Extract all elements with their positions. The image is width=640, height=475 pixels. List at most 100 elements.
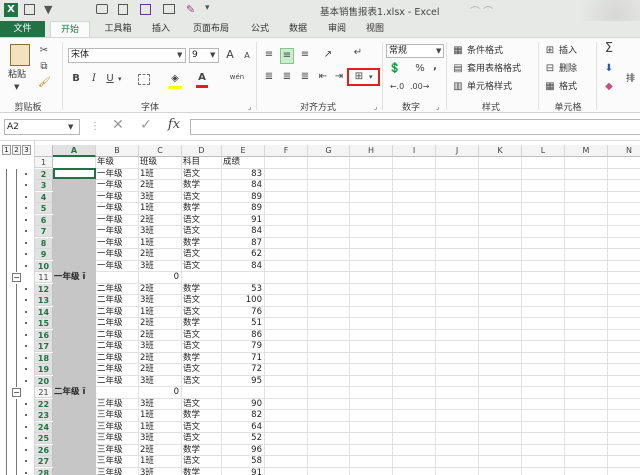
cell-e20[interactable]: 95	[222, 376, 262, 387]
cell-e26[interactable]: 96	[222, 445, 262, 456]
sort-filter-button[interactable]: 排	[626, 72, 635, 86]
cell-e24[interactable]: 64	[222, 422, 262, 433]
cell-e27[interactable]: 58	[222, 456, 262, 467]
fill-color-icon[interactable]: ◈	[168, 72, 182, 89]
cell-e1[interactable]: 成绩	[223, 157, 240, 168]
cell-e12[interactable]: 53	[222, 284, 262, 295]
cell-c15[interactable]: 2班	[140, 318, 154, 329]
outline-dot[interactable]	[25, 299, 27, 301]
decrease-indent-icon[interactable]: ⇤	[316, 70, 330, 84]
cell-b9[interactable]: 一年级	[97, 249, 123, 260]
outline-dot[interactable]	[25, 310, 27, 313]
cell-d22[interactable]: 语文	[183, 399, 200, 410]
cell-d26[interactable]: 数学	[183, 445, 200, 456]
cell-d14[interactable]: 语文	[183, 307, 200, 318]
column-header-g[interactable]: G	[308, 145, 350, 157]
outline-dot[interactable]	[25, 230, 27, 232]
cell-d23[interactable]: 数学	[183, 410, 200, 421]
outline-dot[interactable]	[25, 402, 27, 405]
name-box-dropdown-icon[interactable]: ▼	[68, 120, 73, 134]
row-header[interactable]: 2	[35, 168, 53, 180]
cell-b25[interactable]: 三年级	[97, 433, 123, 444]
cell-e15[interactable]: 51	[222, 318, 262, 329]
column-header-b[interactable]: B	[96, 145, 139, 157]
outline-dot[interactable]	[25, 345, 27, 347]
row-header[interactable]: 9	[35, 249, 53, 260]
select-all-corner[interactable]	[35, 145, 53, 157]
cell-c14[interactable]: 1班	[140, 307, 154, 318]
cell-c20[interactable]: 3班	[140, 376, 154, 387]
accounting-format-icon[interactable]: 💲	[388, 62, 402, 76]
outline-level-1-button[interactable]: 1	[2, 145, 11, 155]
tab-data[interactable]: 数据	[278, 21, 318, 37]
align-bottom-icon[interactable]: ≡	[298, 48, 312, 62]
row-header[interactable]: 11	[35, 272, 53, 283]
cell-b23[interactable]: 三年级	[97, 410, 123, 421]
tab-view[interactable]: 视图	[356, 21, 394, 37]
worksheet-grid[interactable]: 1 2 3 ABCDEFGHIJKLMN 1 年级 班级 科目 成绩 2 一年级 1班 语文 83…	[0, 141, 640, 475]
cell-c11[interactable]: 0	[139, 272, 179, 283]
outline-dot[interactable]	[25, 218, 27, 221]
cell-e13[interactable]: 100	[222, 295, 262, 306]
column-header-m[interactable]: M	[565, 145, 608, 157]
cell-d5[interactable]: 数学	[183, 203, 200, 214]
font-dialog-launcher-icon[interactable]: ⌟	[248, 100, 251, 114]
format-cells-button[interactable]: 格式	[559, 80, 577, 94]
cell-d1[interactable]: 科目	[183, 157, 200, 168]
cell-c13[interactable]: 3班	[140, 295, 154, 306]
underline-dropdown-icon[interactable]: ▾	[118, 72, 122, 86]
outline-dot[interactable]	[25, 264, 27, 267]
row-header[interactable]: 27	[35, 456, 53, 467]
comma-style-button[interactable]: ,	[430, 60, 440, 74]
cell-e25[interactable]: 52	[222, 433, 262, 444]
outline-collapse-button[interactable]: −	[12, 388, 21, 397]
cell-b19[interactable]: 二年级	[97, 364, 123, 375]
cell-b7[interactable]: 一年级	[97, 226, 123, 237]
align-left-icon[interactable]: ≣	[262, 70, 276, 84]
cell-d18[interactable]: 数学	[183, 353, 200, 364]
cell-c22[interactable]: 3班	[140, 399, 154, 410]
tab-review[interactable]: 审阅	[318, 21, 356, 37]
formula-input[interactable]	[190, 119, 640, 135]
phonetic-guide-icon[interactable]: wén	[226, 70, 248, 84]
delete-cells-button[interactable]: 删除	[559, 62, 577, 76]
paste-icon[interactable]	[10, 44, 30, 66]
clear-icon[interactable]: ◆	[602, 80, 616, 94]
cell-c3[interactable]: 2班	[140, 180, 154, 191]
font-size-dropdown-icon[interactable]: ▼	[210, 48, 215, 62]
cell-e9[interactable]: 62	[222, 249, 262, 260]
outline-dot[interactable]	[25, 172, 27, 175]
format-as-table-button[interactable]: 套用表格格式	[467, 62, 521, 76]
font-name-dropdown-icon[interactable]: ▼	[177, 48, 182, 62]
cell-b27[interactable]: 三年级	[97, 456, 123, 467]
outline-dot[interactable]	[25, 425, 27, 428]
cell-c24[interactable]: 1班	[140, 422, 154, 433]
borders-icon[interactable]	[138, 74, 150, 85]
cell-c16[interactable]: 2班	[140, 330, 154, 341]
column-header-e[interactable]: E	[222, 145, 265, 157]
column-header-l[interactable]: L	[522, 145, 565, 157]
cell-d10[interactable]: 语文	[183, 261, 200, 272]
percent-style-button[interactable]: %	[414, 62, 426, 76]
column-header-a[interactable]: A	[53, 145, 96, 157]
increase-decimal-icon[interactable]: ←.0	[388, 80, 406, 94]
cell-c6[interactable]: 2班	[140, 215, 154, 226]
outline-dot[interactable]	[25, 253, 27, 255]
cell-c25[interactable]: 3班	[140, 433, 154, 444]
font-color-icon[interactable]: A	[196, 71, 208, 88]
cell-b10[interactable]: 一年级	[97, 261, 123, 272]
row-header[interactable]: 26	[35, 444, 53, 456]
cell-b18[interactable]: 二年级	[97, 353, 123, 364]
column-header-i[interactable]: I	[393, 145, 436, 157]
row-header[interactable]: 22	[35, 398, 53, 410]
alignment-dialog-launcher-icon[interactable]: ⌟	[374, 100, 377, 114]
cell-c19[interactable]: 2班	[140, 364, 154, 375]
cell-b14[interactable]: 二年级	[97, 307, 123, 318]
filter-icon[interactable]: ▼	[44, 3, 52, 16]
tab-page-layout[interactable]: 页面布局	[180, 21, 242, 37]
cell-c27[interactable]: 1班	[140, 456, 154, 467]
grow-font-icon[interactable]: A	[224, 48, 236, 62]
cell-c8[interactable]: 1班	[140, 238, 154, 249]
column-header-c[interactable]: C	[139, 145, 182, 157]
cell-d4[interactable]: 语文	[183, 192, 200, 203]
